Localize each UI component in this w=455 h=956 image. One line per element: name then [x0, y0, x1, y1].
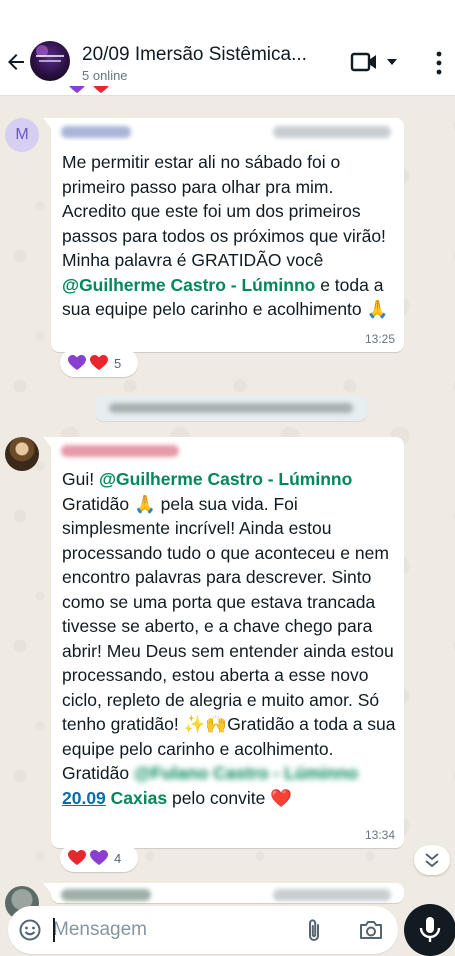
chevron-down-icon[interactable]: [386, 57, 398, 67]
message-input[interactable]: [53, 916, 283, 944]
sender-phone: [273, 889, 391, 901]
scroll-to-bottom-button[interactable]: [414, 845, 450, 875]
sender-phone: [273, 126, 391, 138]
system-message-chip: [95, 395, 367, 421]
double-chevron-down-icon: [425, 853, 439, 868]
online-status: 5 online: [82, 68, 128, 83]
red-heart-icon: [68, 850, 86, 865]
message-time: 13:34: [364, 828, 395, 842]
purple-heart-icon: [90, 850, 108, 865]
message-composer: [8, 906, 398, 954]
message-bubble[interactable]: [43, 883, 404, 903]
purple-heart-icon: [69, 86, 85, 93]
sender-name: [61, 126, 131, 138]
emoji-icon[interactable]: [18, 918, 42, 942]
more-vert-icon[interactable]: [432, 50, 446, 76]
previous-reactions[interactable]: [62, 86, 142, 98]
user-mention[interactable]: @Guilherme Castro - Lúminno: [99, 469, 352, 489]
group-avatar[interactable]: [30, 41, 70, 81]
link-text[interactable]: 20.09: [62, 788, 106, 808]
microphone-button[interactable]: [404, 904, 455, 956]
chat-header: 20/09 Imersão Sistêmica... 5 online: [0, 0, 455, 96]
avatar[interactable]: M: [5, 118, 39, 152]
paperclip-icon[interactable]: [304, 918, 324, 944]
video-call-icon[interactable]: [350, 50, 378, 74]
message-bubble[interactable]: Me permitir estar ali no sábado foi o pr…: [43, 118, 404, 352]
message-bubble[interactable]: Gui! @Guilherme Castro - Lúminno Gratidã…: [43, 437, 404, 848]
message-time: 13:25: [364, 332, 395, 346]
red-heart-icon: [93, 86, 109, 93]
message-text: Me permitir estar ali no sábado foi o pr…: [62, 150, 398, 322]
message-reactions[interactable]: 4: [60, 844, 138, 872]
reaction-count: 5: [114, 355, 122, 371]
group-title[interactable]: 20/09 Imersão Sistêmica...: [82, 44, 332, 66]
message-text: Gui! @Guilherme Castro - Lúminno Gratidã…: [62, 467, 398, 810]
highlight-text: Caxias: [110, 787, 168, 808]
red-heart-icon: [90, 355, 108, 370]
message-text-segment: Gui!: [62, 469, 99, 489]
user-mention[interactable]: @Fulano Castro - Lúminno: [134, 763, 358, 783]
sender-name: [61, 445, 179, 457]
message-text-segment: Gratidão 🙏 pela sua vida. Foi simplesmen…: [62, 493, 396, 784]
avatar[interactable]: [5, 437, 39, 471]
back-arrow-icon[interactable]: [4, 50, 28, 74]
text-caret: [53, 918, 55, 942]
message-text-segment: pelo convite ❤️: [167, 787, 293, 808]
sender-name: [61, 889, 151, 901]
purple-heart-icon: [68, 355, 86, 370]
camera-icon[interactable]: [358, 919, 384, 941]
message-reactions[interactable]: 5: [60, 349, 138, 377]
message-text-segment: Me permitir estar ali no sábado foi o pr…: [62, 152, 386, 270]
reaction-count: 4: [114, 850, 122, 866]
user-mention[interactable]: @Guilherme Castro - Lúminno: [62, 275, 315, 295]
microphone-icon: [419, 917, 441, 942]
